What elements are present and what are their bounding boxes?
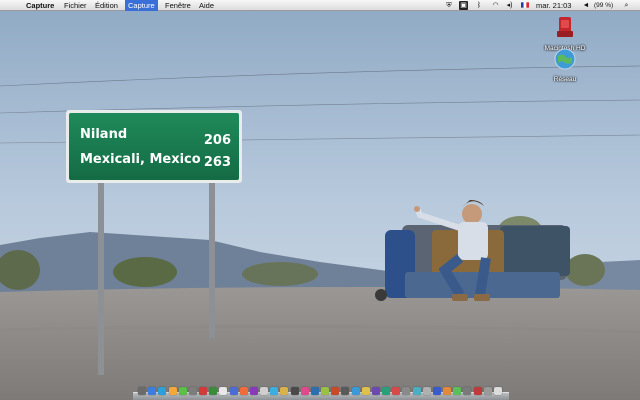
desktop-icon-reseau[interactable]: Réseau: [535, 48, 595, 83]
dock-app-icon[interactable]: [209, 387, 218, 395]
desktop-icon-label: Réseau: [553, 76, 577, 83]
dock-app-icon[interactable]: [432, 387, 441, 395]
dock-app-icon[interactable]: [351, 387, 360, 395]
dock-app-icon[interactable]: [453, 387, 462, 395]
menu-capture[interactable]: Capture: [125, 0, 158, 11]
screenshot-icon[interactable]: ▣: [459, 1, 468, 10]
dock-app-icon[interactable]: [199, 387, 207, 395]
dock-app-icon[interactable]: [260, 387, 268, 395]
wifi-icon[interactable]: ◠: [490, 1, 501, 10]
dock-app-icon[interactable]: [138, 387, 146, 395]
dock-app-icon[interactable]: [443, 387, 451, 395]
dock-app-icon[interactable]: [371, 387, 380, 395]
dock-app-icon[interactable]: [463, 387, 472, 395]
battery-status[interactable]: (99 %): [594, 0, 613, 11]
dock-app-icon[interactable]: [290, 387, 299, 395]
bluetooth-icon[interactable]: ᛒ: [475, 1, 483, 10]
desktop-icon-macintosh-hd[interactable]: Macintosh HD: [535, 15, 595, 52]
dock: [133, 385, 509, 400]
french-flag-icon[interactable]: [521, 1, 529, 10]
road-sign: Niland 206 Mexicali, Mexico 263: [80, 127, 231, 170]
input-flag-icon[interactable]: ◄: [581, 1, 591, 10]
sign-place-2: Mexicali, Mexico: [80, 152, 201, 167]
dock-app-icon[interactable]: [158, 387, 167, 395]
dock-app-icon[interactable]: [382, 387, 390, 395]
dock-app-icon[interactable]: [249, 387, 258, 395]
menu-bar: Capture Fichier Édition Capture Fenêtre …: [0, 0, 640, 11]
dock-app-icon[interactable]: [219, 387, 228, 395]
dock-app-icon[interactable]: [270, 387, 279, 395]
dock-app-icon[interactable]: [239, 387, 248, 395]
dock-app-icon[interactable]: [300, 387, 309, 395]
app-menu-capture[interactable]: Capture: [26, 0, 54, 11]
shield-icon[interactable]: ⛨: [445, 1, 453, 10]
dock-app-icon[interactable]: [422, 387, 431, 395]
dock-app-icon[interactable]: [412, 387, 421, 395]
menu-edition[interactable]: Édition: [95, 0, 118, 11]
menu-aide[interactable]: Aide: [199, 0, 214, 11]
sign-place-1: Niland: [80, 127, 127, 142]
volume-icon[interactable]: ◂): [505, 1, 514, 10]
search-icon[interactable]: ⌕: [622, 1, 631, 10]
dock-app-icon[interactable]: [188, 387, 197, 395]
dock-app-icon[interactable]: [493, 387, 502, 395]
dock-app-icon[interactable]: [148, 387, 157, 395]
dock-app-icon[interactable]: [402, 387, 411, 395]
menu-fichier[interactable]: Fichier: [64, 0, 87, 11]
dock-app-icon[interactable]: [361, 387, 370, 395]
globe-network-icon: [554, 48, 576, 70]
menubar-clock[interactable]: mar. 21:03: [536, 0, 571, 11]
menu-fenetre[interactable]: Fenêtre: [165, 0, 191, 11]
desktop: Niland 206 Mexicali, Mexico 263 Capture …: [0, 0, 640, 400]
dock-app-icon[interactable]: [392, 387, 401, 395]
dock-app-icon[interactable]: [178, 387, 187, 395]
dock-app-icon[interactable]: [341, 387, 350, 395]
dock-app-icon[interactable]: [331, 387, 340, 395]
dock-app-icon[interactable]: [483, 387, 492, 395]
dock-app-icon[interactable]: [280, 387, 289, 395]
dock-app-icon[interactable]: [310, 387, 319, 395]
sign-miles-1: 206: [204, 133, 231, 148]
dock-app-icon[interactable]: [321, 387, 329, 395]
dock-app-icon[interactable]: [168, 387, 177, 395]
sign-miles-2: 263: [204, 155, 231, 170]
hard-drive-icon: [557, 17, 573, 37]
dock-app-icon[interactable]: [229, 387, 238, 395]
dock-app-icon[interactable]: [473, 387, 482, 395]
